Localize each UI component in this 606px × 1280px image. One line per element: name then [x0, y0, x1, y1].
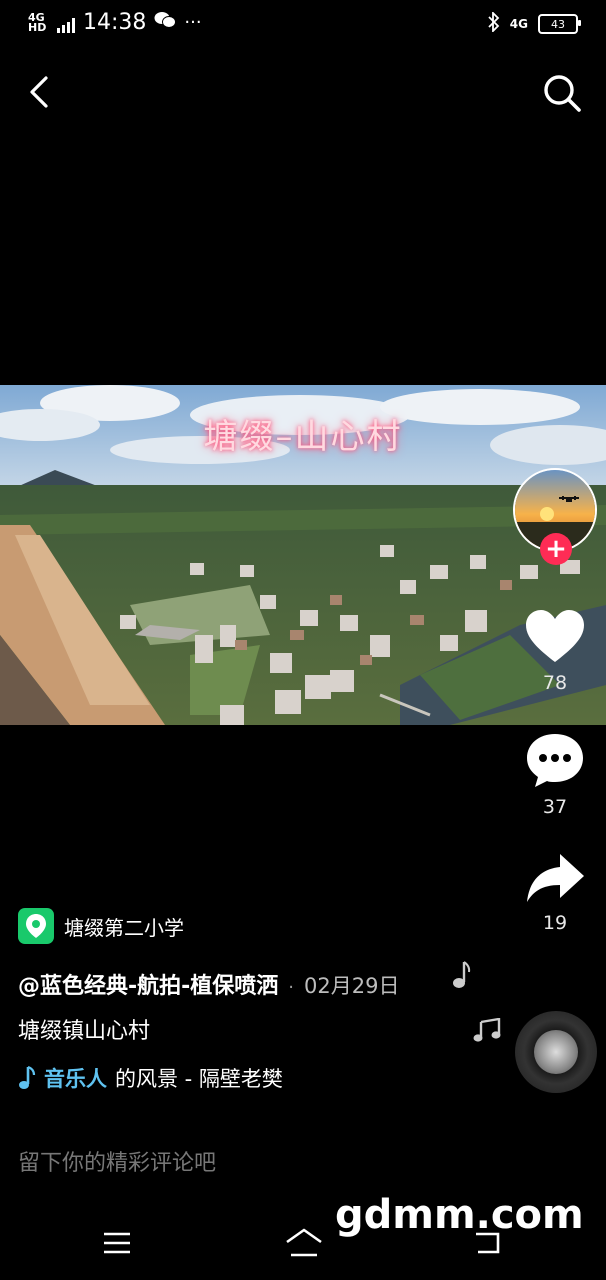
signal-icon: 4G HD	[28, 10, 75, 34]
comment-input[interactable]: 留下你的精彩评论吧	[18, 1145, 216, 1177]
follow-button[interactable]: +	[540, 533, 572, 565]
share-button[interactable]: 19	[520, 852, 590, 934]
wechat-icon	[154, 11, 177, 34]
share-arrow-icon	[527, 854, 584, 902]
like-count: 78	[542, 672, 568, 694]
author-line: @蓝色经典-航拍-植保喷洒 · 02月29日	[18, 968, 399, 1000]
location-name: 塘缀第二小学	[64, 915, 184, 940]
floating-double-note-icon	[472, 1017, 502, 1046]
bluetooth-icon	[488, 10, 500, 36]
comment-button[interactable]: 37	[520, 732, 590, 818]
status-bar: 4G HD 14:38 ··· 4G 43	[0, 0, 606, 48]
plus-icon: +	[545, 534, 567, 564]
battery-icon: 43	[538, 14, 581, 34]
system-navigation-bar	[0, 1208, 606, 1280]
menu-icon	[104, 1232, 130, 1254]
back-system-button[interactable]	[472, 1228, 504, 1262]
mobile-data-indicator: 4G	[509, 17, 528, 31]
comment-bubble-icon	[527, 734, 583, 787]
like-button[interactable]: 78	[520, 608, 590, 694]
chevron-left-icon	[30, 76, 48, 108]
search-button[interactable]	[542, 72, 582, 114]
return-icon	[476, 1232, 500, 1254]
search-icon	[544, 75, 581, 112]
location-pin-icon	[18, 908, 54, 944]
music-author: 音乐人	[44, 1067, 107, 1091]
share-count: 19	[542, 912, 568, 934]
author-name[interactable]: @蓝色经典-航拍-植保喷洒	[18, 968, 278, 1000]
floating-note-icon	[450, 960, 472, 994]
separator: ·	[288, 977, 294, 998]
location-tag[interactable]: 塘缀第二小学	[18, 908, 184, 944]
video-overlay-title: 塘缀–山心村	[203, 417, 403, 457]
home-button[interactable]	[284, 1228, 324, 1262]
video-player[interactable]: 塘缀–山心村	[0, 385, 606, 725]
back-button[interactable]	[24, 72, 60, 112]
video-description: 塘缀镇山心村	[18, 1019, 151, 1044]
clock: 14:38	[83, 10, 147, 35]
more-notifications: ···	[184, 12, 202, 33]
heart-icon	[526, 610, 584, 662]
music-title: 的风景 - 隔壁老樊	[115, 1067, 283, 1091]
post-date: 02月29日	[304, 974, 400, 998]
music-disc[interactable]	[515, 1011, 597, 1093]
menu-button[interactable]	[102, 1230, 132, 1260]
music-disc-cover	[534, 1030, 578, 1074]
comment-count: 37	[542, 796, 568, 818]
network-type: 4G HD	[28, 10, 47, 34]
music-note-icon	[19, 1065, 36, 1089]
home-icon	[286, 1228, 322, 1257]
music-info[interactable]: 音乐人 的风景 - 隔壁老樊	[18, 1063, 283, 1093]
battery-level: 43	[551, 17, 565, 31]
